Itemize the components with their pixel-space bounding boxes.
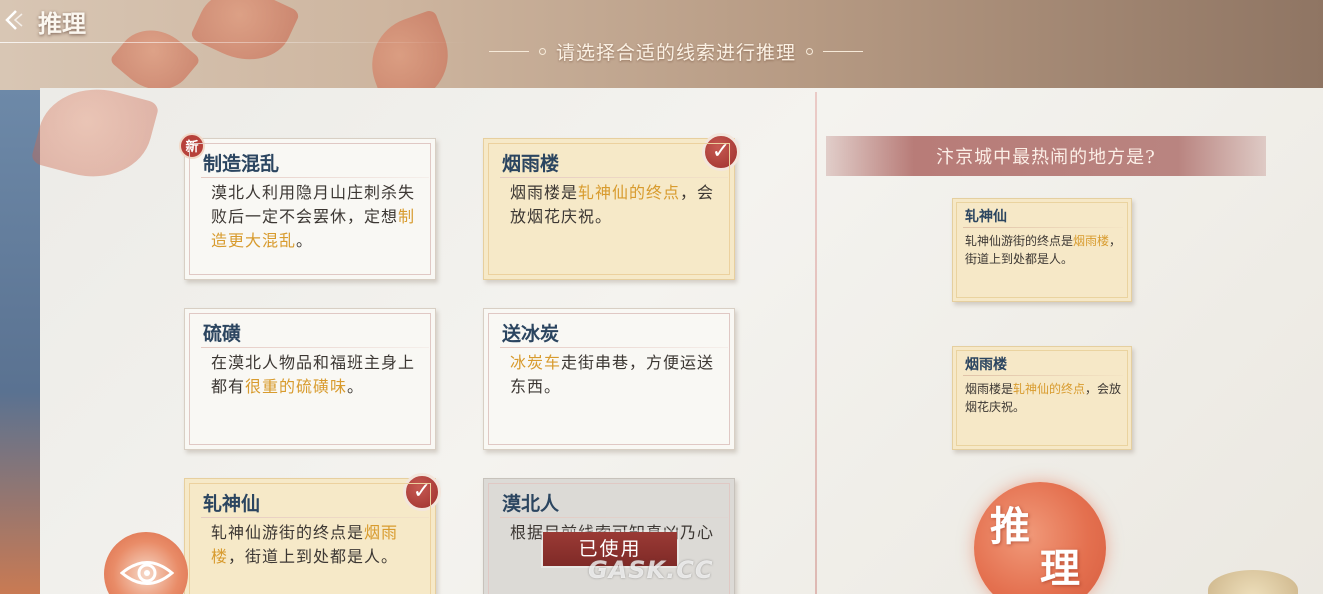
answer-slot-2[interactable]: 烟雨楼 烟雨楼是轧神仙的终点，会放烟花庆祝。 [952, 346, 1132, 450]
clue-card-text: 。 [296, 231, 314, 250]
clue-card-title: 轧神仙 [203, 493, 261, 515]
clue-card-text: 漠北人利用隐月山庄刺杀失败后一定不会罢休，定想 [211, 183, 416, 226]
clue-card-ice-charcoal[interactable]: 送冰炭 冰炭车走街串巷，方便运送东西。 [483, 308, 735, 450]
ornament-dot-left [538, 47, 546, 55]
clue-card-body: 在漠北人物品和福班主身上都有很重的硫磺味。 [211, 351, 421, 399]
clue-card-chaos[interactable]: 制造混乱 漠北人利用隐月山庄刺杀失败后一定不会罢休，定想制造更大混乱。 新 [179, 133, 436, 280]
clue-card-sulfur[interactable]: 硫磺 在漠北人物品和福班主身上都有很重的硫磺味。 [184, 308, 436, 450]
clue-card-divider [500, 347, 728, 348]
eye-icon [120, 561, 174, 585]
answer-slot-body: 烟雨楼是轧神仙的终点，会放烟花庆祝。 [965, 380, 1125, 416]
left-background-strip [0, 90, 40, 594]
checkmark-icon: ✓ [403, 473, 441, 511]
clue-card-divider [201, 177, 429, 178]
answer-slot-highlight: 烟雨楼 [1073, 234, 1110, 248]
page-title: 推理 [38, 9, 86, 38]
new-badge: 新 [179, 133, 205, 159]
back-arrow-icon[interactable] [2, 8, 24, 32]
question-banner: 汴京城中最热闹的地方是? [826, 136, 1266, 176]
answer-slot-divider [963, 227, 1123, 228]
infer-button-label-2: 理 [1040, 545, 1080, 592]
checkmark-icon: ✓ [702, 133, 740, 171]
clue-card-body: 轧神仙游街的终点是烟雨楼，街道上到处都是人。 [211, 521, 421, 569]
clue-card-zha-shenxian[interactable]: 轧神仙 轧神仙游街的终点是烟雨楼，街道上到处都是人。 ✓ [184, 473, 441, 594]
clue-card-highlight: 轧神仙的终点 [578, 183, 681, 202]
answer-slot-text: 轧神仙游街的终点是 [965, 234, 1074, 248]
clue-card-body: 漠北人利用隐月山庄刺杀失败后一定不会罢休，定想制造更大混乱。 [211, 181, 421, 253]
answer-slot-highlight: 轧神仙的终点 [1013, 382, 1086, 396]
answer-slot-title: 烟雨楼 [965, 357, 1007, 373]
instruction-banner: 请选择合适的线索进行推理 [466, 36, 886, 66]
clue-card-divider [201, 347, 429, 348]
clue-card-text: 烟雨楼是 [510, 183, 579, 202]
panel-divider [815, 92, 817, 594]
clue-card-divider [500, 517, 728, 518]
clue-card-yanyu-tower[interactable]: 烟雨楼 烟雨楼是轧神仙的终点，会放烟花庆祝。 ✓ [483, 133, 740, 280]
clue-card-highlight: 很重的硫磺味 [245, 377, 348, 396]
watermark: GASK.CC [588, 556, 714, 584]
ornament-line-right [823, 50, 863, 52]
instruction-text: 请选择合适的线索进行推理 [555, 41, 796, 64]
clue-card-divider [201, 517, 429, 518]
clue-card-title: 制造混乱 [203, 153, 280, 175]
title-underline [0, 42, 470, 43]
clue-card-body: 冰炭车走街串巷，方便运送东西。 [510, 351, 720, 399]
clue-card-divider [500, 177, 728, 178]
clue-card-title: 烟雨楼 [502, 153, 560, 175]
clue-card-text: 轧神仙游街的终点是 [211, 523, 365, 542]
ornament-line-left [488, 50, 529, 52]
clue-card-highlight: 冰炭车 [510, 353, 562, 372]
clue-card-title: 送冰炭 [502, 323, 560, 345]
question-text: 汴京城中最热闹的地方是? [936, 147, 1156, 168]
clue-card-title: 漠北人 [502, 493, 560, 515]
answer-slot-title: 轧神仙 [965, 209, 1007, 225]
answer-slot-1[interactable]: 轧神仙 轧神仙游街的终点是烟雨楼，街道上到处都是人。 [952, 198, 1132, 302]
clue-card-title: 硫磺 [203, 323, 242, 345]
ornament-dot-right [806, 47, 813, 55]
answer-slot-text: 烟雨楼是 [965, 382, 1014, 396]
infer-button-label-1: 推 [990, 503, 1030, 550]
answer-slot-divider [963, 375, 1123, 376]
clue-card-text: ，街道上到处都是人。 [228, 547, 399, 566]
clue-card-text: 。 [347, 377, 365, 396]
clue-card-body: 烟雨楼是轧神仙的终点，会放烟花庆祝。 [510, 181, 720, 229]
answer-slot-body: 轧神仙游街的终点是烟雨楼，街道上到处都是人。 [965, 232, 1125, 268]
